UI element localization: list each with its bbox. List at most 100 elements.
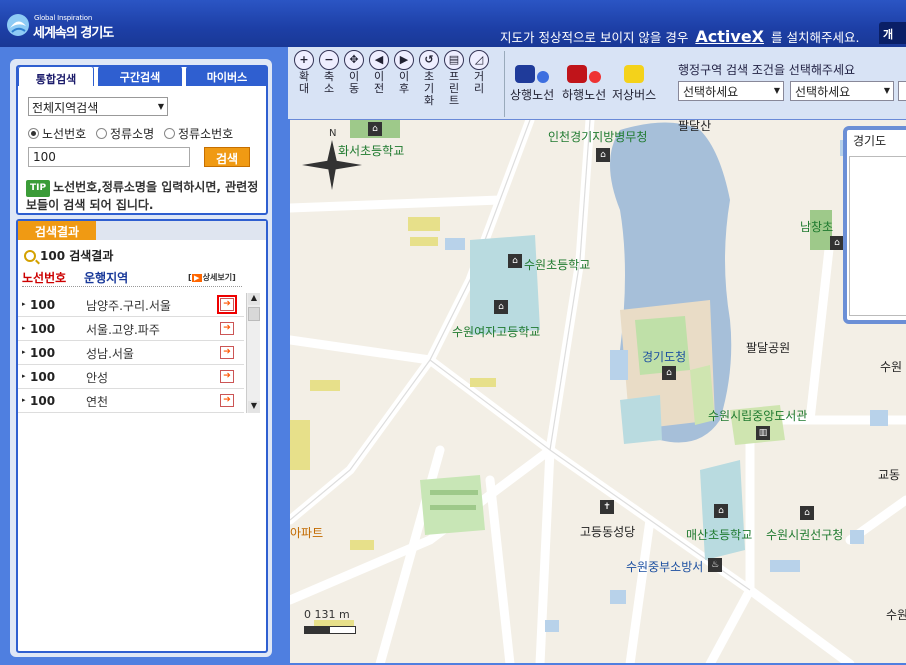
map-label[interactable]: 팔달공원 (746, 339, 790, 356)
map-label[interactable]: 수원 (886, 606, 906, 623)
tool-zoom-out[interactable]: − 축소 (317, 50, 341, 118)
map-canvas[interactable]: N 화서초등학교 인천경기지방병무청 팔달산 남창초 수원초등학교 수원여자고등… (290, 119, 906, 663)
tool-previous[interactable]: ◀ 이전 (367, 50, 391, 118)
scale-label: 0 131 m (304, 608, 350, 621)
region-select-value: 전체지역검색 (32, 101, 99, 115)
upbound-route-button[interactable]: 상행노선 (510, 65, 554, 111)
school-icon[interactable]: ⌂ (714, 504, 728, 518)
tab-section-search[interactable]: 구간검색 (98, 66, 182, 86)
activex-link[interactable]: ActiveX (695, 27, 764, 46)
overview-title: 경기도 (853, 134, 887, 148)
scroll-thumb[interactable] (248, 307, 260, 321)
fire-station-icon[interactable]: ♨ (708, 558, 722, 572)
downbound-route-button[interactable]: 하행노선 (562, 65, 606, 111)
radio-stop-number[interactable]: 정류소번호 (164, 127, 233, 141)
radio-icon (96, 128, 107, 139)
go-arrow-icon[interactable]: ➔ (220, 322, 234, 335)
tab-integrated-search[interactable]: 통합검색 (18, 66, 94, 86)
detail-view-link[interactable]: [▶ 상세보기] (188, 272, 236, 283)
go-arrow-icon[interactable]: ➔ (217, 295, 237, 314)
service-area: 연천 (86, 395, 109, 409)
results-list: ▸ 100 남양주.구리.서울 ➔ ▸ 100 서울.고양.파주 ➔ ▸ 100 성남.서울 ➔ … (18, 293, 244, 413)
search-button[interactable]: 검색 (204, 147, 250, 167)
map-label[interactable]: 팔달산 (678, 120, 711, 134)
tool-print[interactable]: ▤ 프린트 (442, 50, 466, 118)
service-area: 안성 (86, 371, 109, 385)
route-number: 100 (30, 370, 56, 384)
logo[interactable]: Global Inspiration 세계속의 경기도 (6, 8, 116, 42)
results-scrollbar[interactable]: ▲ ▼ (246, 293, 260, 413)
region-select-3[interactable] (898, 81, 906, 101)
result-row[interactable]: ▸ 100 남양주.구리.서울 ➔ (18, 293, 244, 317)
chevron-down-icon: ▼ (883, 86, 890, 95)
results-panel: 검색결과 100 검색결과 노선번호 운행지역 [▶ 상세보기] ▸ 100 남양주.… (16, 219, 268, 653)
tip-message: 노선번호,정류소명을 입력하시면, 관련정보들이 검색 되어 집니다. (26, 180, 259, 212)
zoom-in-icon: + (294, 50, 314, 70)
map-label[interactable]: 수원여자고등학교 (452, 323, 540, 340)
map-label[interactable]: 고등동성당 (580, 523, 635, 540)
radio-selected-icon (28, 128, 39, 139)
tool-move[interactable]: ✥ 이동 (342, 50, 366, 118)
bullet-icon: ▸ (22, 300, 26, 308)
tool-reset[interactable]: ↺ 초기화 (417, 50, 441, 118)
reset-icon: ↺ (419, 50, 439, 70)
map-label[interactable]: 수원 (880, 358, 902, 375)
map-label[interactable]: 수원시립중앙도서관 (708, 407, 807, 424)
go-arrow-icon[interactable]: ➔ (220, 394, 234, 407)
bullet-icon: ▸ (22, 372, 26, 380)
tab-search-results[interactable]: 검색결과 (18, 221, 96, 240)
school-icon[interactable]: ⌂ (508, 254, 522, 268)
region-select-2[interactable]: 선택하세요 ▼ (790, 81, 894, 101)
government-icon[interactable]: ⌂ (662, 366, 676, 380)
office-icon[interactable]: ⌂ (800, 506, 814, 520)
sidebar-panel: 통합검색 구간검색 마이버스 전체지역검색 ▼ 노선번호 정류소명 정류소번호 … (10, 59, 272, 657)
search-input[interactable]: 100 (28, 147, 190, 167)
scroll-down-icon[interactable]: ▼ (248, 401, 260, 413)
result-row[interactable]: ▸ 100 연천 ➔ (18, 389, 244, 413)
map-label[interactable]: 매산초등학교 (686, 526, 752, 543)
school-icon[interactable]: ⌂ (368, 122, 382, 136)
region-select[interactable]: 전체지역검색 ▼ (28, 97, 168, 116)
map-label[interactable]: 경기도청 (642, 348, 686, 365)
result-row[interactable]: ▸ 100 안성 ➔ (18, 365, 244, 389)
result-row[interactable]: ▸ 100 서울.고양.파주 ➔ (18, 317, 244, 341)
office-icon[interactable]: ⌂ (596, 148, 610, 162)
map-label[interactable]: 수원초등학교 (524, 256, 590, 273)
route-number: 100 (30, 346, 56, 360)
overview-map[interactable]: 경기도 (843, 126, 906, 324)
church-icon[interactable]: ✝ (600, 500, 614, 514)
tool-distance[interactable]: ◿ 거리 (467, 50, 491, 118)
map-label[interactable]: 남창초 (800, 218, 833, 235)
radio-icon (164, 128, 175, 139)
col-route-number: 노선번호 (22, 271, 67, 285)
scroll-up-icon[interactable]: ▲ (248, 293, 260, 305)
sidebar: 통합검색 구간검색 마이버스 전체지역검색 ▼ 노선번호 정류소명 정류소번호 … (0, 47, 281, 665)
low-floor-bus-button[interactable]: 저상버스 (612, 65, 656, 111)
top-banner: Global Inspiration 세계속의 경기도 지도가 정상적으로 보이… (0, 0, 906, 47)
go-arrow-icon[interactable]: ➔ (220, 370, 234, 383)
map-label[interactable]: 인천경기지방병무청 (548, 128, 647, 145)
map-label[interactable]: 수원시권선구청 (766, 526, 843, 543)
map-label[interactable]: 교동 (878, 466, 900, 483)
logo-title: 세계속의 경기도 (33, 26, 114, 41)
tip-text: TIP 노선번호,정류소명을 입력하시면, 관련정보들이 검색 되어 집니다. (26, 179, 262, 214)
arrow-right-icon: ▶ (191, 274, 202, 282)
result-row[interactable]: ▸ 100 성남.서울 ➔ (18, 341, 244, 365)
logo-emblem-icon (7, 14, 29, 36)
tab-my-bus[interactable]: 마이버스 (186, 66, 268, 86)
tool-zoom-in[interactable]: + 확대 (292, 50, 316, 118)
map-label[interactable]: 화서초등학교 (338, 142, 404, 159)
map-label[interactable]: 수원중부소방서 (626, 558, 703, 575)
top-right-button[interactable]: 개 (879, 22, 906, 44)
overview-map-image[interactable] (849, 156, 906, 316)
radio-stop-name[interactable]: 정류소명 (96, 127, 154, 141)
go-arrow-icon[interactable]: ➔ (220, 346, 234, 359)
radio-route-number[interactable]: 노선번호 (28, 127, 86, 141)
region-select-1[interactable]: 선택하세요 ▼ (678, 81, 784, 101)
library-icon[interactable]: ▥ (756, 426, 770, 440)
school-icon[interactable]: ⌂ (494, 300, 508, 314)
school-icon[interactable]: ⌂ (830, 236, 844, 250)
tool-next[interactable]: ▶ 이후 (392, 50, 416, 118)
search-type-radios: 노선번호 정류소명 정류소번호 (28, 125, 233, 142)
map-label[interactable]: 아파트 (290, 524, 323, 541)
